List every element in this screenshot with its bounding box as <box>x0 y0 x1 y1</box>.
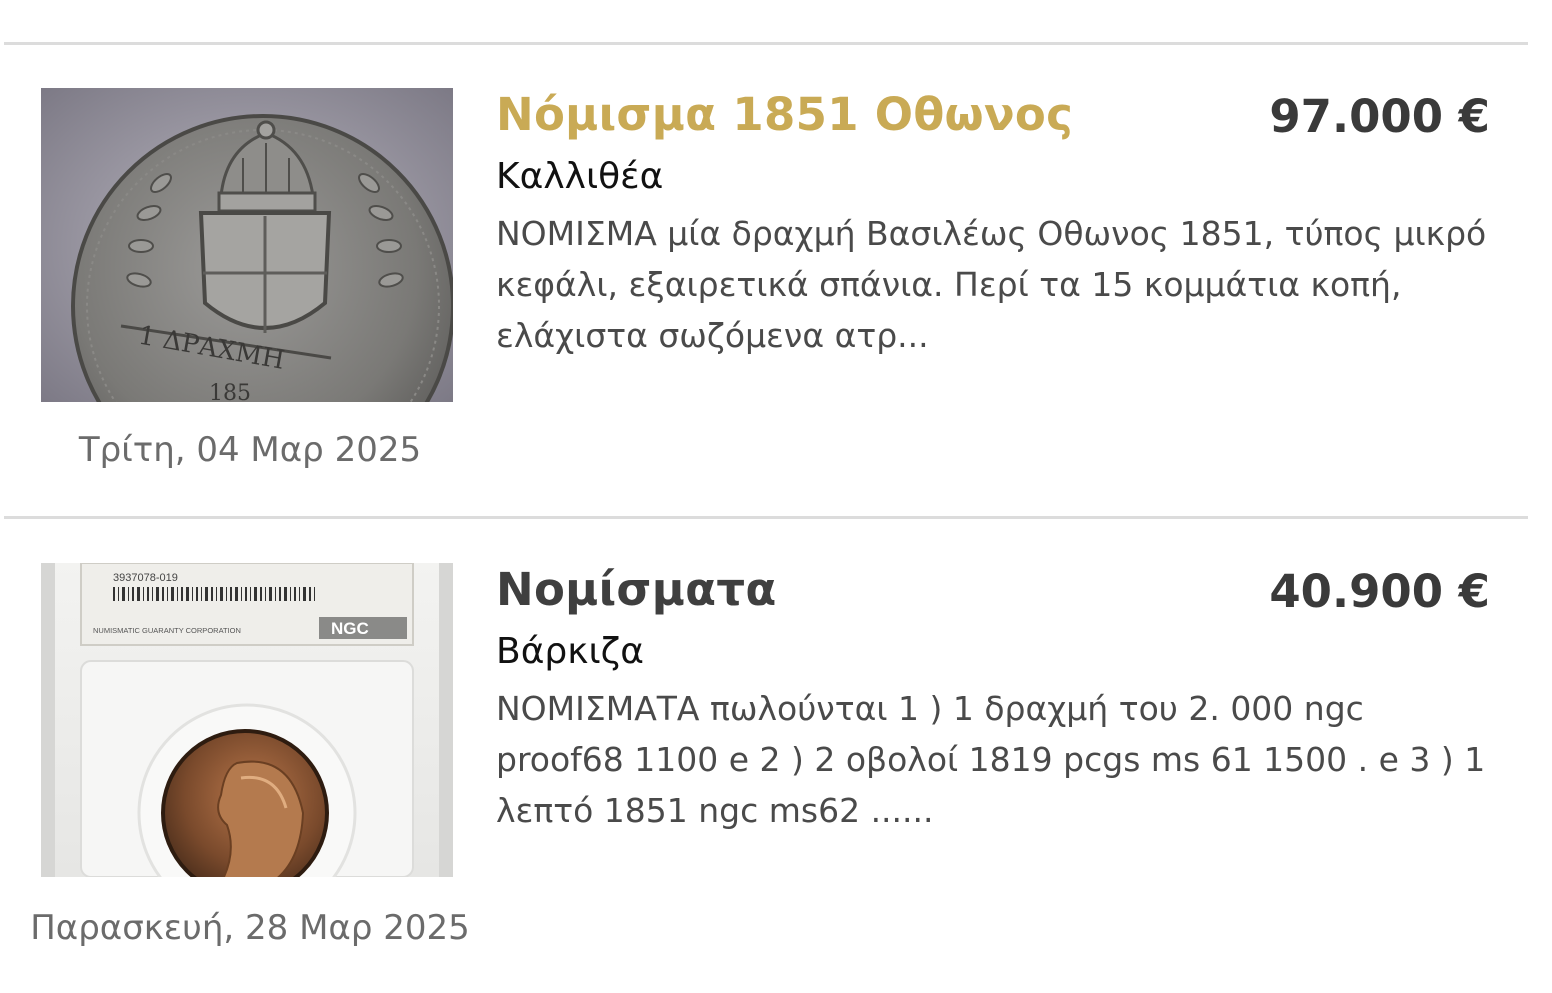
listing-image[interactable]: 1 ΔΡΑΧΜΗ 185 <box>41 88 453 402</box>
listing-image[interactable]: 3937078-019 NUMISMATIC GUARANTY CORPORAT… <box>41 563 453 877</box>
coin-year: 185 <box>209 381 251 402</box>
grader-name: NUMISMATIC GUARANTY CORPORATION <box>93 626 241 635</box>
listing-price: 97.000 € <box>1269 90 1490 143</box>
shield-engraving <box>198 211 332 333</box>
cert-number: 3937078-019 <box>113 572 178 584</box>
listing-title[interactable]: Νομίσματα <box>496 563 777 616</box>
listing-date: Παρασκευή, 28 Μαρ 2025 <box>30 908 470 948</box>
listing-description: ΝΟΜΙΣΜΑ μία δραχμή Βασιλέως Οθωνος 1851,… <box>496 214 1487 355</box>
listing-location: Βάρκιζα <box>496 631 644 672</box>
listing-price: 40.900 € <box>1269 565 1490 618</box>
ngc-logo: NGC <box>331 619 369 638</box>
top-divider <box>4 42 1528 45</box>
listing-title[interactable]: Νόμισμα 1851 Οθωνος <box>496 88 1073 141</box>
listing-card[interactable]: 3937078-019 NUMISMATIC GUARANTY CORPORAT… <box>0 563 1552 993</box>
listing-location: Καλλιθέα <box>496 156 664 197</box>
listing-card[interactable]: 1 ΔΡΑΧΜΗ 185 Τρίτη, 04 Μαρ 2025 Νόμισμα … <box>0 88 1552 518</box>
listing-divider <box>4 516 1528 519</box>
listing-date: Τρίτη, 04 Μαρ 2025 <box>78 430 422 470</box>
listing-description: ΝΟΜΙΣΜΑΤΑ πωλούνται 1 ) 1 δραχμή του 2. … <box>496 689 1486 830</box>
